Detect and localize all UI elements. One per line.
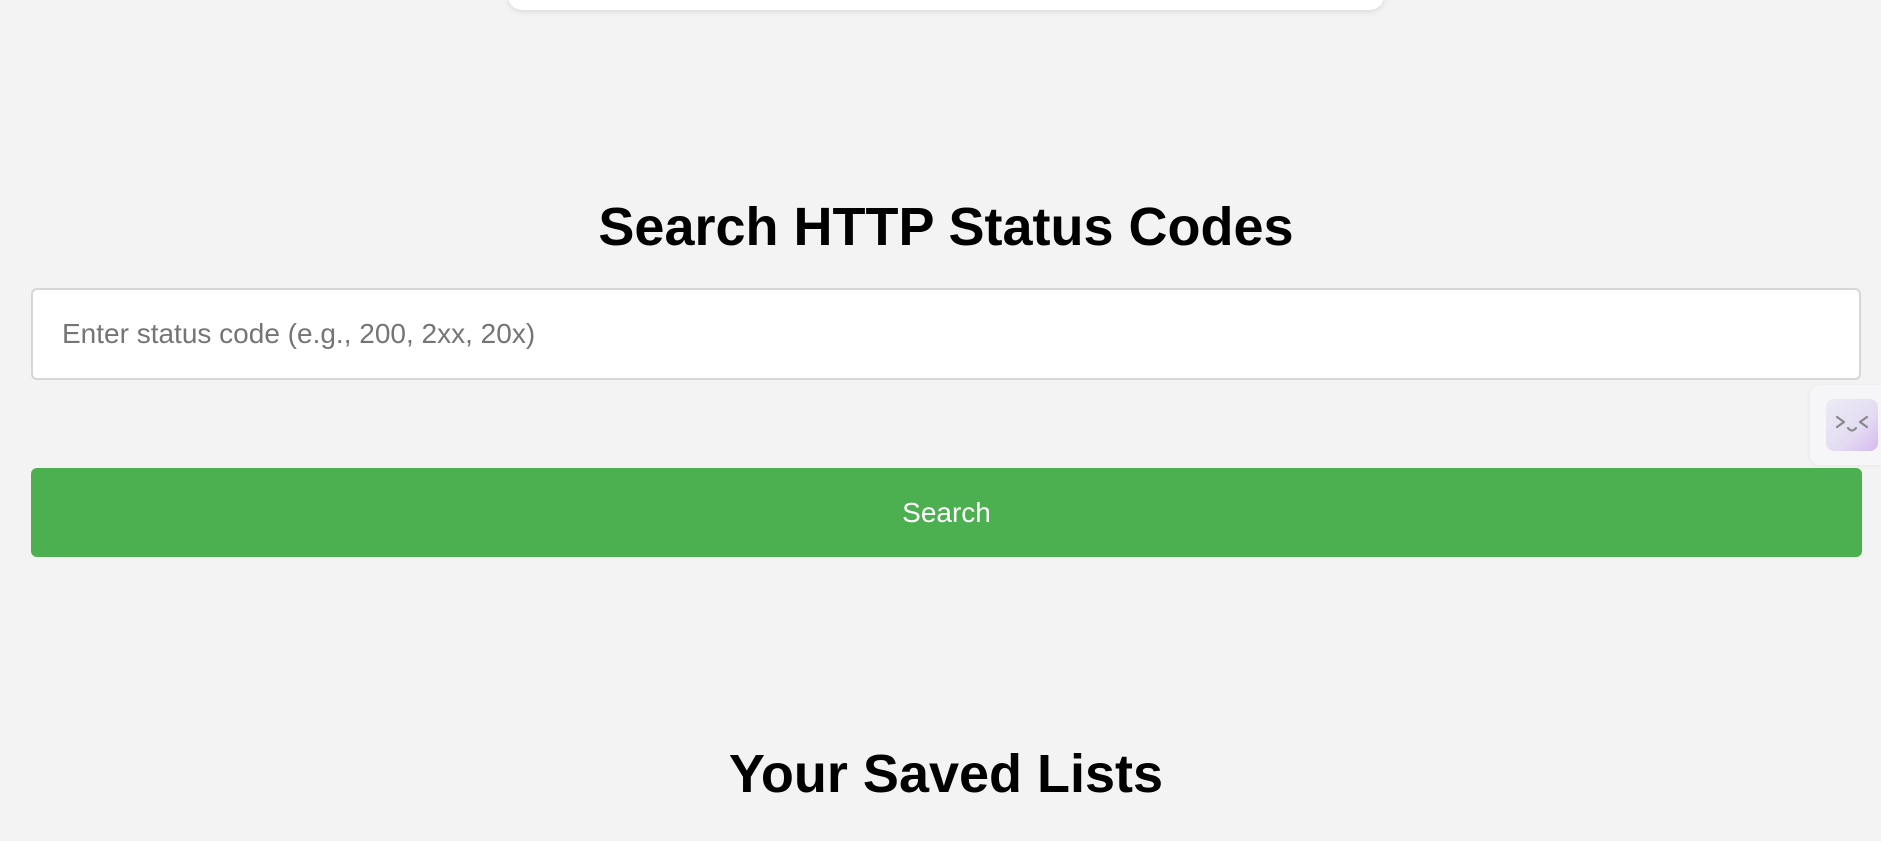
status-code-search-input[interactable] [31, 288, 1861, 380]
saved-lists-title: Your Saved Lists [728, 744, 1164, 804]
search-button[interactable]: Search [31, 468, 1862, 557]
search-title: Search HTTP Status Codes [598, 197, 1294, 257]
face-icon [1826, 399, 1878, 451]
side-widget-button[interactable] [1810, 385, 1881, 465]
top-card [508, 0, 1384, 10]
page: Search HTTP Status Codes Search Your Sav… [0, 0, 1881, 841]
